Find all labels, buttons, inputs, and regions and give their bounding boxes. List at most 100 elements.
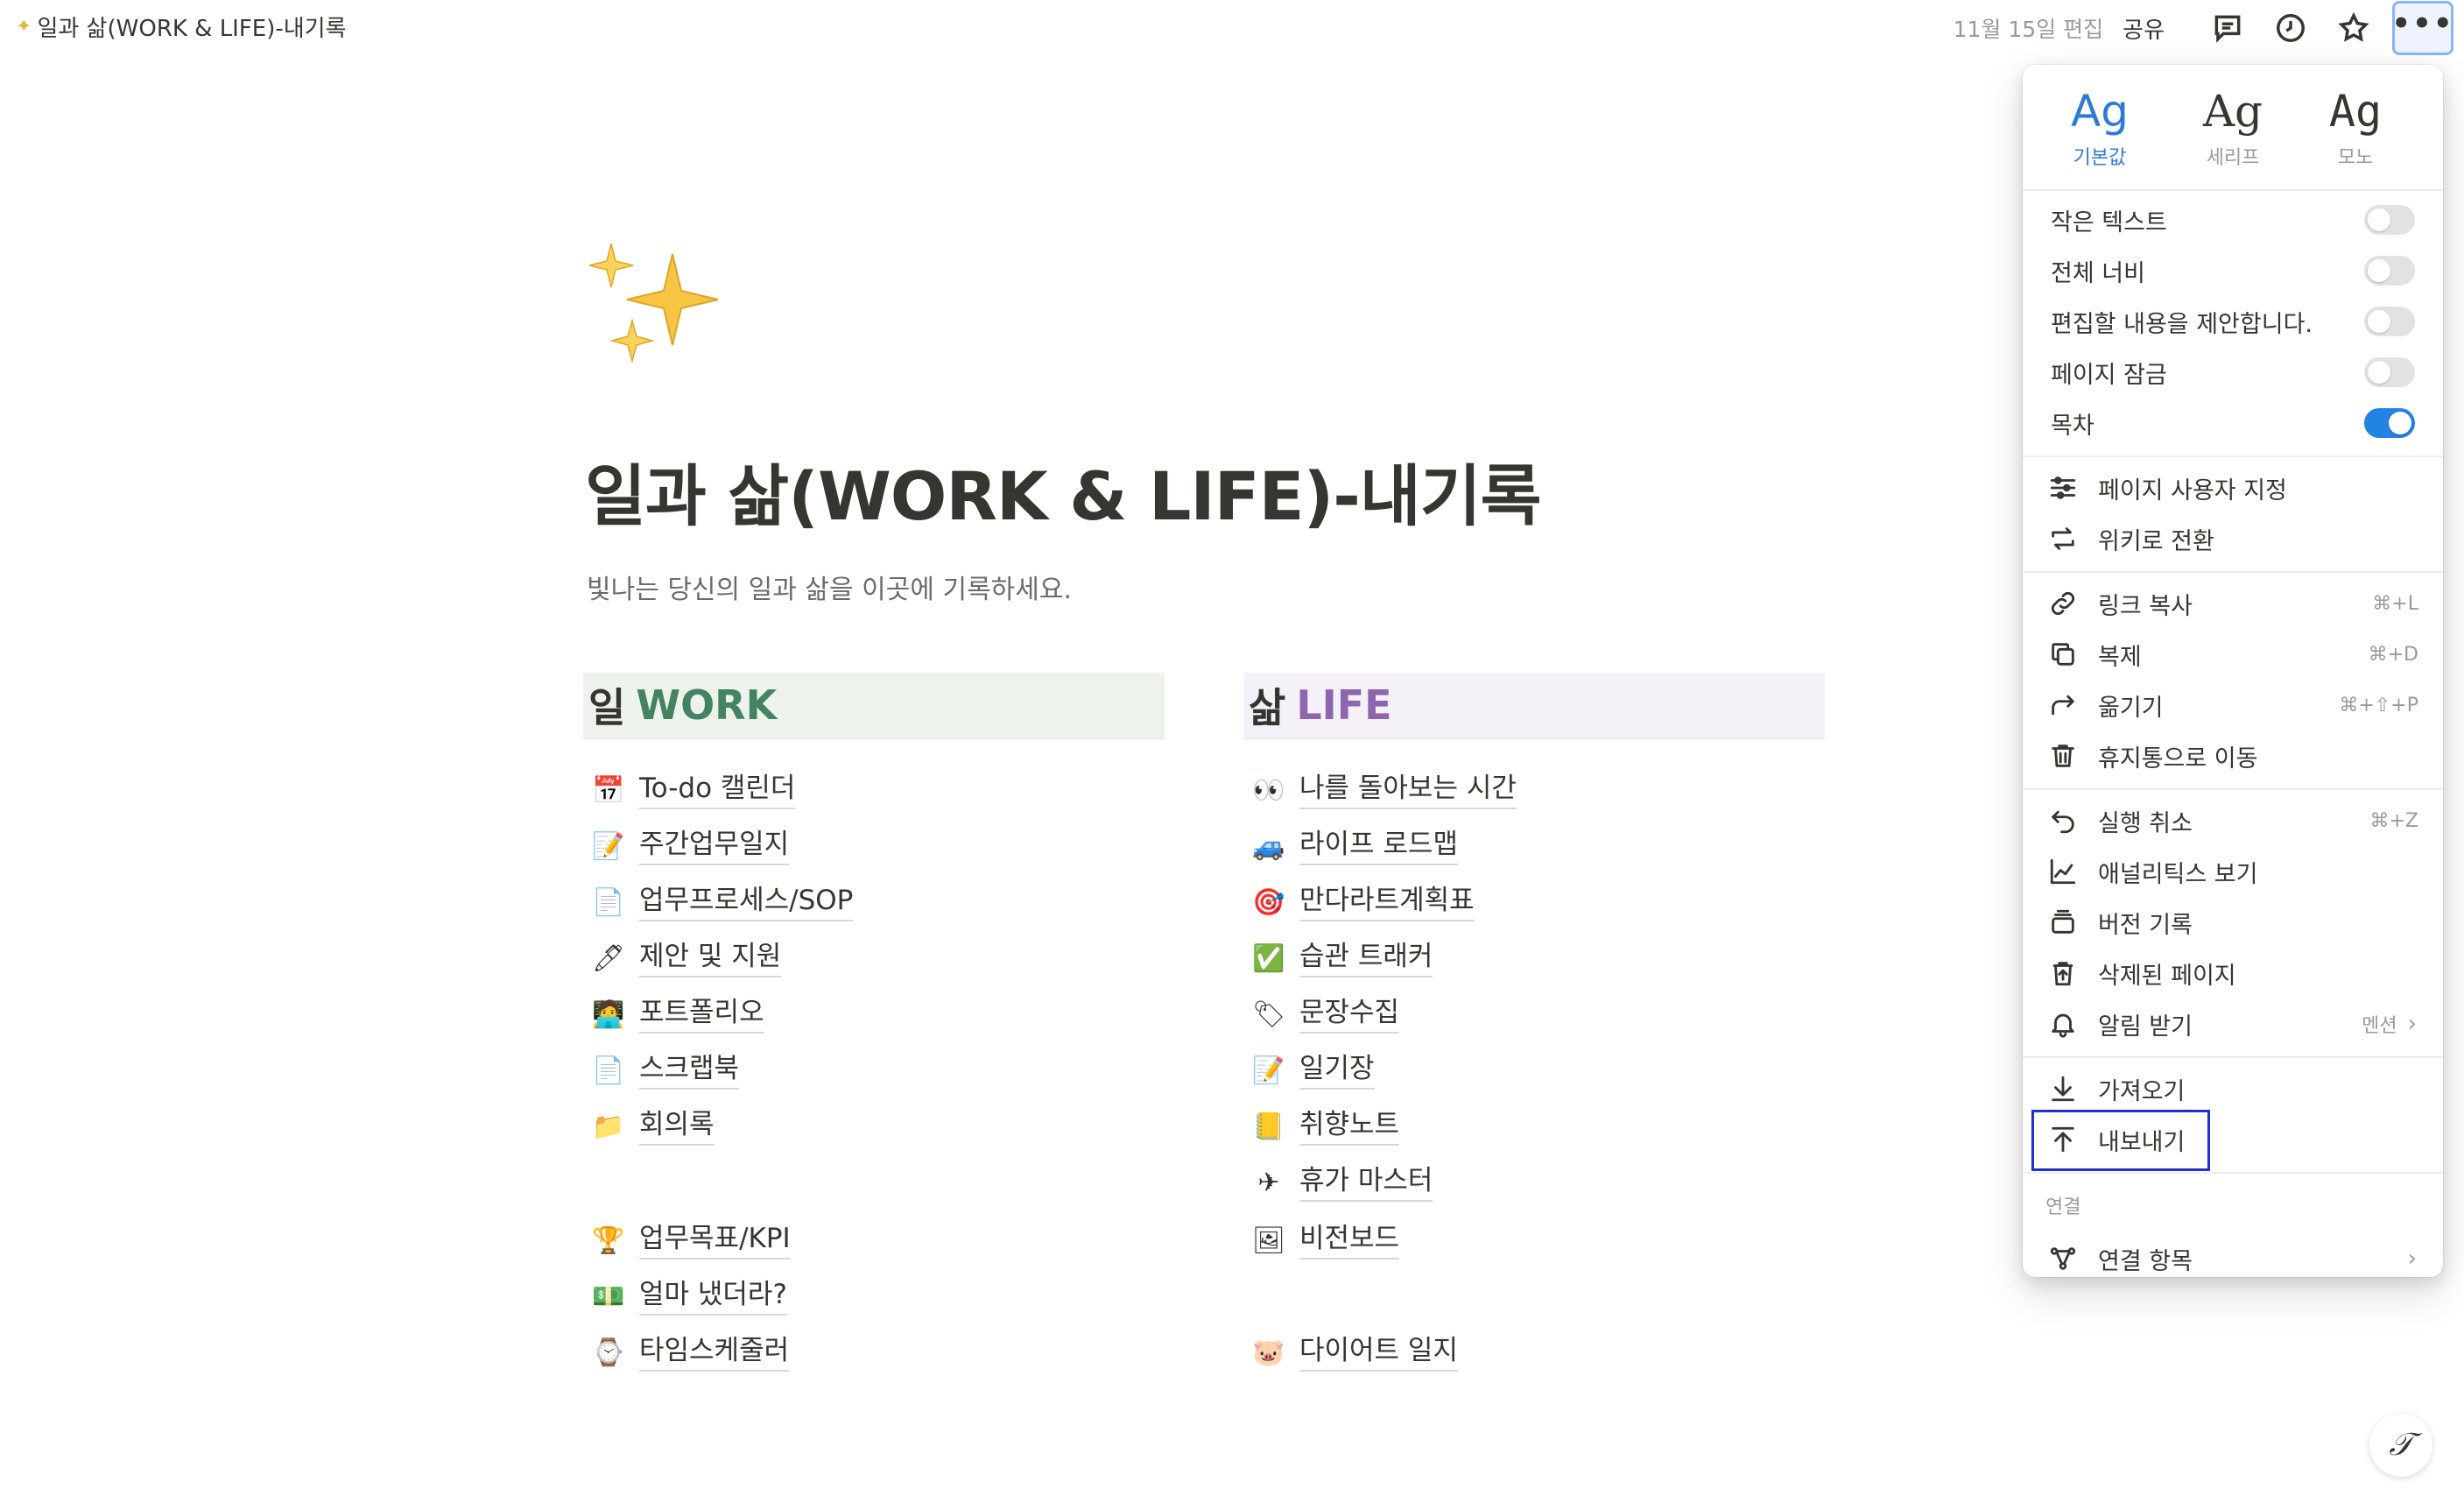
page-description[interactable]: 빛나는 당신의 일과 삶을 이곳에 기록하세요. — [587, 568, 1072, 606]
life-item-reflection[interactable]: 👀 나를 돌아보는 시간 — [1250, 766, 1517, 815]
analytics-icon — [2045, 854, 2080, 889]
document-icon: 📄 — [592, 886, 625, 918]
clock-icon — [2277, 14, 2305, 42]
document-icon: 📄 — [592, 1055, 625, 1086]
page-link-label: 취향노트 — [1299, 1107, 1400, 1146]
menu-item-move[interactable]: 옮기기 ⌘+⇧+P — [2023, 680, 2443, 730]
page-link-label: 습관 트래커 — [1299, 939, 1433, 977]
breadcrumb[interactable]: ✦ 일과 삶(WORK & LIFE)-내기록 — [16, 11, 347, 43]
work-item-scrapbook[interactable]: 📄 스크랩북 — [590, 1046, 740, 1095]
page-link-label: 비전보드 — [1299, 1221, 1400, 1260]
page-options-menu: Ag 기본값 Ag 세리프 Ag 모노 작은 텍스트 전체 너비 편집할 내용을… — [2023, 65, 2443, 1277]
work-item-proposal[interactable]: 🖊 제안 및 지원 — [590, 934, 782, 983]
toggle-row-small-text[interactable]: 작은 텍스트 — [2023, 194, 2443, 245]
work-item-sop[interactable]: 📄 업무프로세스/SOP — [590, 878, 854, 927]
picture-icon: 🖼 — [1251, 1224, 1286, 1256]
person-laptop-icon: 🧑‍💻 — [592, 998, 625, 1030]
toggle-row-table-of-contents[interactable]: 목차 — [2023, 398, 2443, 448]
chevron-right-icon: › — [2407, 1011, 2417, 1037]
calendar-icon: 📅 — [592, 774, 625, 806]
help-button[interactable]: 𝒯 — [2369, 1414, 2432, 1477]
money-icon: 💵 — [592, 1281, 625, 1312]
menu-item-move-to-trash[interactable]: 휴지통으로 이동 — [2023, 730, 2443, 781]
life-item-habit-tracker[interactable]: ✅ 습관 트래커 — [1250, 934, 1433, 983]
divider — [2023, 788, 2443, 790]
font-option-default[interactable]: Ag 기본값 — [2047, 84, 2152, 170]
life-heading[interactable]: 삶 LIFE — [1243, 673, 1825, 739]
airplane-icon: ✈ — [1257, 1167, 1280, 1198]
breadcrumb-title: 일과 삶(WORK & LIFE)-내기록 — [37, 16, 347, 42]
font-label: 기본값 — [2073, 147, 2127, 169]
page-title[interactable]: 일과 삶(WORK & LIFE)-내기록 — [585, 442, 1542, 539]
work-item-minutes[interactable]: 📁 회의록 — [590, 1102, 715, 1151]
table-of-contents-toggle[interactable] — [2364, 408, 2415, 438]
work-column: 일 WORK 📅 To-do 캘린더 📝 주간업무일지 📄 업무프로세스/SOP… — [583, 673, 1165, 1372]
full-width-toggle[interactable] — [2364, 256, 2415, 286]
life-item-mandalart[interactable]: 🎯 만다라트계획표 — [1250, 878, 1475, 927]
more-options-button[interactable]: ••• — [2391, 1, 2453, 55]
life-item-diary[interactable]: 📝 일기장 — [1250, 1046, 1375, 1095]
car-icon: 🚙 — [1252, 830, 1285, 862]
toggle-row-full-width[interactable]: 전체 너비 — [2023, 245, 2443, 296]
suggest-edits-toggle[interactable] — [2364, 307, 2415, 336]
menu-item-version-history[interactable]: 버전 기록 — [2023, 897, 2443, 948]
menu-item-undo[interactable]: 실행 취소 ⌘+Z — [2023, 795, 2443, 846]
work-heading[interactable]: 일 WORK — [583, 673, 1165, 739]
page-link-label: 스크랩북 — [639, 1051, 740, 1090]
top-bar: ✦ 일과 삶(WORK & LIFE)-내기록 11월 15일 편집 공유 ••… — [0, 0, 2464, 56]
notebook-icon: 📒 — [1252, 1111, 1285, 1142]
page-link-label: 얼마 냈더라? — [639, 1277, 787, 1316]
life-item-vacation[interactable]: ✈ 휴가 마스터 — [1250, 1158, 1433, 1207]
menu-item-duplicate[interactable]: 복제 ⌘+D — [2023, 629, 2443, 680]
comments-button[interactable] — [2203, 4, 2252, 53]
work-item-weekly-log[interactable]: 📝 주간업무일지 — [590, 822, 790, 871]
menu-item-notifications[interactable]: 알림 받기 멘션 › — [2023, 998, 2443, 1049]
toggle-row-page-lock[interactable]: 페이지 잠금 — [2023, 347, 2443, 398]
work-item-expenses[interactable]: 💵 얼마 냈더라? — [590, 1272, 787, 1321]
chevron-right-icon: › — [2407, 1245, 2417, 1272]
toggle-label: 전체 너비 — [2051, 259, 2145, 287]
menu-item-deleted-pages[interactable]: 삭제된 페이지 — [2023, 948, 2443, 998]
updates-button[interactable] — [2266, 4, 2315, 53]
life-item-diet-log[interactable]: 🐷 다이어트 일지 — [1250, 1328, 1458, 1377]
sparkles-icon — [588, 243, 719, 363]
work-item-portfolio[interactable]: 🧑‍💻 포트폴리오 — [590, 990, 764, 1039]
page-emoji-icon: ✦ — [16, 16, 32, 38]
life-item-vision-board[interactable]: 🖼 비전보드 — [1250, 1216, 1400, 1265]
page-lock-toggle[interactable] — [2364, 357, 2415, 387]
divider — [2023, 1056, 2443, 1058]
target-icon: 🎯 — [1252, 886, 1285, 918]
menu-item-label: 위키로 전환 — [2098, 527, 2214, 555]
share-button[interactable]: 공유 — [2123, 12, 2165, 45]
font-option-mono[interactable]: Ag 모노 — [2303, 84, 2408, 170]
menu-item-label: 연결 항목 — [2098, 1247, 2193, 1275]
work-heading-english: WORK — [636, 681, 778, 729]
menu-item-customize-page[interactable]: 페이지 사용자 지정 — [2023, 462, 2443, 513]
life-item-taste-note[interactable]: 📒 취향노트 — [1250, 1102, 1400, 1151]
trash-icon — [2045, 738, 2080, 773]
work-heading-korean: 일 — [588, 684, 626, 731]
life-item-quotes[interactable]: 🏷 문장수집 — [1250, 990, 1400, 1039]
menu-item-turn-into-wiki[interactable]: 위키로 전환 — [2023, 513, 2443, 564]
favorite-button[interactable] — [2329, 4, 2378, 53]
menu-item-copy-link[interactable]: 링크 복사 ⌘+L — [2023, 578, 2443, 629]
menu-item-import[interactable]: 가져오기 — [2023, 1063, 2443, 1114]
work-item-todo-calendar[interactable]: 📅 To-do 캘린더 — [590, 766, 796, 815]
watch-icon: ⌚ — [592, 1337, 625, 1368]
page-link-label: 포트폴리오 — [639, 995, 764, 1034]
work-item-time-scheduler[interactable]: ⌚ 타임스케줄러 — [590, 1328, 790, 1377]
page-link-label: 회의록 — [639, 1107, 715, 1146]
work-item-kpi[interactable]: 🏆 업무목표/KPI — [590, 1216, 791, 1265]
small-text-toggle[interactable] — [2364, 205, 2415, 235]
top-actions: 11월 15일 편집 공유 ••• — [1954, 1, 2453, 55]
divider — [2023, 1172, 2443, 1174]
menu-item-connections[interactable]: 연결 항목 › — [2023, 1233, 2443, 1277]
menu-item-view-analytics[interactable]: 애널리틱스 보기 — [2023, 846, 2443, 897]
toggle-label: 작은 텍스트 — [2051, 208, 2167, 236]
page-link-label: 업무프로세스/SOP — [639, 883, 854, 921]
page-icon[interactable] — [587, 236, 727, 377]
life-item-roadmap[interactable]: 🚙 라이프 로드맵 — [1250, 822, 1458, 871]
toggle-row-suggest-edits[interactable]: 편집할 내용을 제안합니다. — [2023, 296, 2443, 347]
font-sample: Ag — [2202, 86, 2263, 137]
font-option-serif[interactable]: Ag 세리프 — [2180, 84, 2285, 170]
